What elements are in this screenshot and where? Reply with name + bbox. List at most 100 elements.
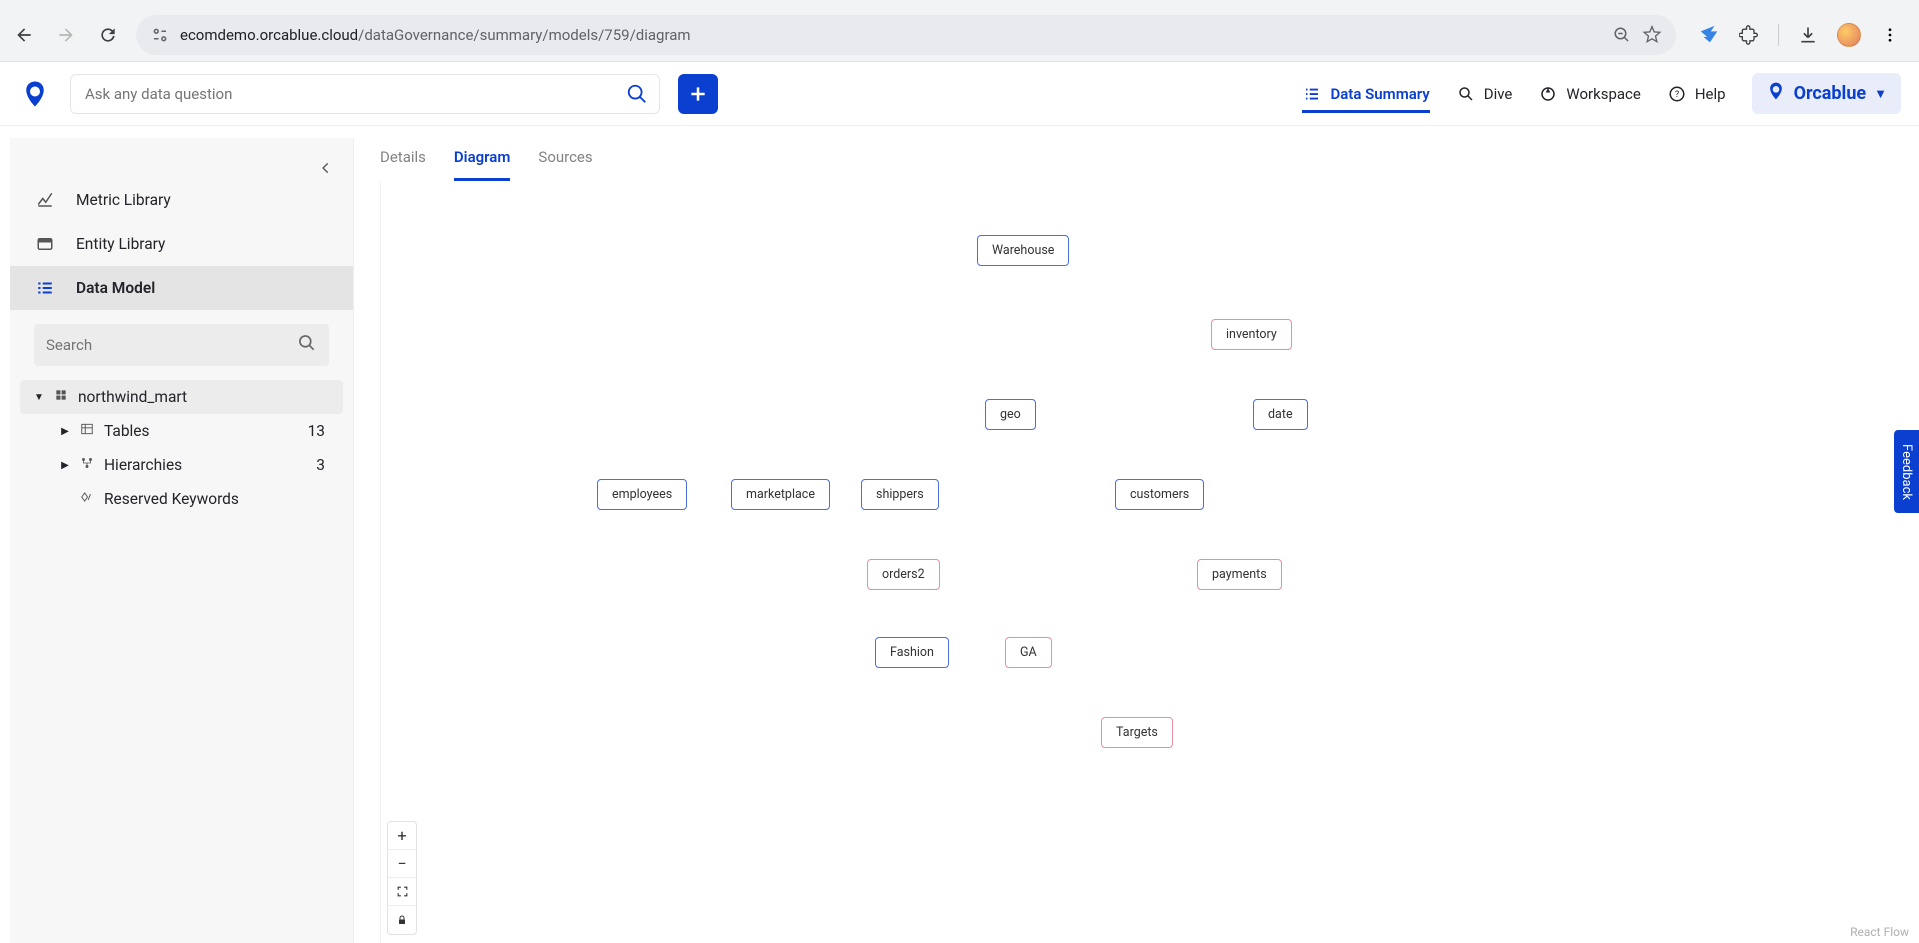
tree-reserved-keywords[interactable]: Reserved Keywords [46,482,343,516]
node-warehouse[interactable]: Warehouse [977,235,1069,266]
node-targets[interactable]: Targets [1101,717,1173,748]
sidebar-item-entity-library[interactable]: Entity Library [10,222,353,266]
kebab-menu-icon[interactable] [1879,24,1901,46]
tree-root-label: northwind_mart [78,388,187,406]
node-payments[interactable]: payments [1197,559,1282,590]
lock-button[interactable] [388,906,416,934]
tab-diagram[interactable]: Diagram [454,142,511,181]
toolbar-divider [1778,24,1779,46]
metric-icon [36,191,54,209]
db-icon [54,388,68,406]
table-icon [80,422,94,440]
sidebar-search[interactable] [34,324,329,366]
react-flow-attribution: React Flow [1850,925,1909,939]
caret-down-icon: ▼ [34,392,44,403]
bookmark-icon[interactable] [1642,25,1662,45]
tab-details[interactable]: Details [380,142,426,181]
tree-tables[interactable]: ▶ Tables 13 [46,414,343,448]
caret-right-icon: ▶ [60,426,70,437]
list-icon [1302,84,1322,104]
node-employees[interactable]: employees [597,479,687,510]
app-header: Data Summary Dive Workspace ? Help Orcab… [0,62,1919,126]
browser-chrome: ecomdemo.orcablue.cloud/dataGovernance/s… [0,0,1919,62]
node-marketplace[interactable]: marketplace [731,479,830,510]
tree-hierarchies[interactable]: ▶ Hierarchies 3 [46,448,343,482]
nav-dive[interactable]: Dive [1456,84,1513,104]
forward-button[interactable] [52,21,80,49]
dive-search-icon [1456,84,1476,104]
zoom-icon[interactable] [1612,25,1632,45]
svg-text:?: ? [1675,90,1679,100]
fit-view-button[interactable] [388,878,416,906]
help-icon: ? [1667,84,1687,104]
diagram-edges [381,181,681,331]
node-date[interactable]: date [1253,399,1308,430]
nav-label: Data Summary [1330,85,1429,103]
search-icon [297,333,317,357]
tree-count: 13 [308,422,329,440]
nav-label: Dive [1484,85,1513,103]
zoom-out-button[interactable]: − [388,850,416,878]
header-nav: Data Summary Dive Workspace ? Help Orcab… [1302,73,1901,114]
node-customers[interactable]: customers [1115,479,1204,510]
caret-right-icon: ▶ [60,460,70,471]
sidebar-item-label: Metric Library [76,191,171,209]
zoom-in-button[interactable]: + [388,822,416,850]
sidebar-item-label: Entity Library [76,235,165,253]
nav-label: Workspace [1566,85,1640,103]
sidebar-item-metric-library[interactable]: Metric Library [10,178,353,222]
entity-icon [36,235,54,253]
tree-root-northwind[interactable]: ▼ northwind_mart [20,380,343,414]
nav-workspace[interactable]: Workspace [1538,84,1640,104]
chevron-down-icon: ▼ [1874,86,1887,102]
org-switcher[interactable]: Orcablue ▼ [1752,73,1901,114]
sidebar-collapse-icon[interactable] [319,160,333,179]
search-input[interactable] [85,85,619,103]
download-icon[interactable] [1797,24,1819,46]
sidebar-item-label: Data Model [76,279,155,297]
url-text: ecomdemo.orcablue.cloud/dataGovernance/s… [180,26,1602,44]
org-name: Orcablue [1794,83,1867,104]
workspace-icon [1538,84,1558,104]
flow-extension-icon[interactable] [1698,24,1720,46]
sidebar-tree: ▼ northwind_mart ▶ Tables 13 ▶ [10,380,353,516]
node-orders2[interactable]: orders2 [867,559,940,590]
node-fashion[interactable]: Fashion [875,637,949,668]
node-ga[interactable]: GA [1005,637,1052,668]
tree-label: Reserved Keywords [104,490,239,508]
feedback-tab[interactable]: Feedback [1894,430,1919,514]
search-icon[interactable] [619,76,655,112]
tab-sources[interactable]: Sources [538,142,592,181]
canvas-controls: + − [387,821,417,935]
back-button[interactable] [10,21,38,49]
node-inventory[interactable]: inventory [1211,319,1292,350]
orcablue-logo-icon[interactable] [18,77,52,111]
site-info-icon[interactable] [150,25,170,45]
node-shippers[interactable]: shippers [861,479,939,510]
hierarchy-icon [80,456,94,474]
keywords-icon [80,490,94,508]
reload-button[interactable] [94,21,122,49]
nav-help[interactable]: ? Help [1667,84,1726,104]
add-button[interactable] [678,74,718,114]
chrome-right-icons [1690,23,1909,47]
nav-data-summary[interactable]: Data Summary [1302,84,1429,113]
global-search[interactable] [70,74,660,114]
profile-avatar[interactable] [1837,23,1861,47]
main: Details Diagram Sources [354,126,1919,943]
node-geo[interactable]: geo [985,399,1036,430]
address-bar[interactable]: ecomdemo.orcablue.cloud/dataGovernance/s… [136,15,1676,55]
app-body: Metric Library Entity Library Data Model [0,126,1919,943]
extensions-icon[interactable] [1738,24,1760,46]
sidebar: Metric Library Entity Library Data Model [10,138,354,943]
sidebar-item-data-model[interactable]: Data Model [10,266,353,310]
nav-label: Help [1695,85,1726,103]
diagram-canvas[interactable]: Warehouse inventory geo date employees m… [380,181,1919,943]
orcablue-mark-icon [1766,81,1786,106]
browser-toolbar: ecomdemo.orcablue.cloud/dataGovernance/s… [0,9,1919,61]
sidebar-search-input[interactable] [46,336,297,354]
tree-count: 3 [316,456,329,474]
content-tabs: Details Diagram Sources [372,134,1919,181]
data-model-icon [36,279,54,297]
tree-label: Hierarchies [104,456,182,474]
